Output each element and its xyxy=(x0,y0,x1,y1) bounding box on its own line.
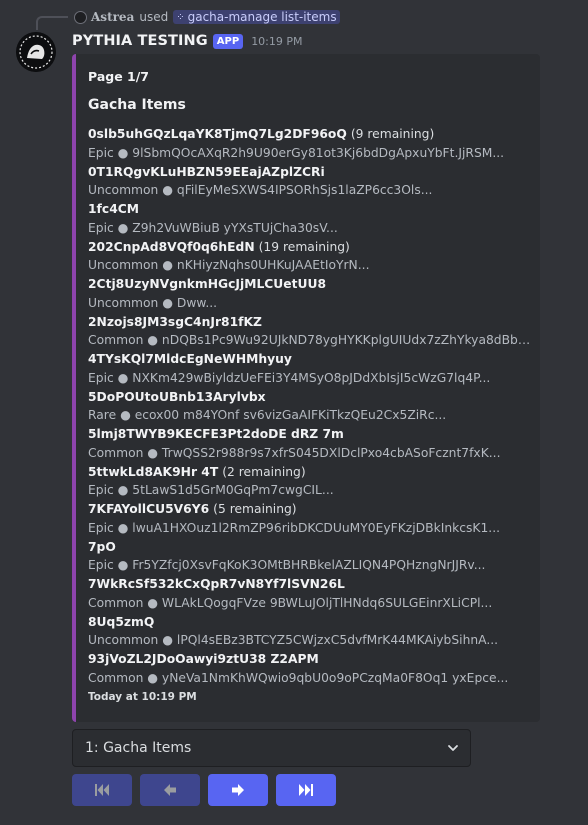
item-title-line: 1fc4CM xyxy=(88,200,533,219)
item-name: 0slb5uhGQzLqaYK8TjmQ7Lg2DF96oQ xyxy=(88,127,347,141)
item-title-line: 0slb5uhGQzLqaYK8TjmQ7Lg2DF96oQ (9 remaini… xyxy=(88,125,533,144)
item-title-line: 7KFAYollCU5V6Y6 (5 remaining) xyxy=(88,500,533,519)
item-name: 1fc4CM xyxy=(88,202,140,216)
item-rarity-description: Epic ● 9lSbmQOcAXqR2h9U90erGy81ot3Kj6bdD… xyxy=(88,145,505,160)
item-title-line: 5lmj8TWYB9KECFE3Pt2doDE dRZ 7m xyxy=(88,425,533,444)
message-timestamp[interactable]: 10:19 PM xyxy=(251,35,302,48)
select-value: 1: Gacha Items xyxy=(85,740,192,756)
app-badge: APP xyxy=(212,33,244,49)
item-entry: 0T1RQgvKLuHBZN59EEajAZplZCRi Uncommon ● q… xyxy=(88,163,533,201)
item-name: 2Nzojs8JM3sgC4nJr81fKZ xyxy=(88,314,262,329)
item-title-line: 7WkRcSf532kCxQpR7vN8Yf7lSVN26L xyxy=(88,575,533,594)
next-page-button[interactable] xyxy=(208,774,268,806)
item-title-line: 2Nzojs8JM3sgC4nJr81fKZ xyxy=(88,313,533,332)
item-rarity-description: Common ● yNeVa1NmKhWQwio9qbU0o9oPCzqMa0F… xyxy=(88,670,509,685)
last-page-icon xyxy=(299,784,313,796)
item-rarity-description: Uncommon ● Dww... xyxy=(88,295,218,310)
reply-connector xyxy=(36,16,68,30)
item-title-line: 93jVoZL2JDoOawyi9ztU38 Z2APM xyxy=(88,650,533,669)
page-select-dropdown[interactable]: 1: Gacha Items xyxy=(72,729,471,767)
item-rarity-description: Uncommon ● lPQl4sEBz3BTCYZ5CWjzxC5dvfMrK… xyxy=(88,633,499,648)
item-rarity-description: Uncommon ● nKHiyzNqhs0UHKuJAAEtIoYrN... xyxy=(88,258,370,273)
item-title-line: 202CnpAd8VQf0q6hEdN (19 remaining) xyxy=(88,238,533,257)
item-entry: 1fc4CM Epic ● Z9h2VuWBiuB yYXsTUjCha30sV.… xyxy=(88,200,533,238)
item-rarity-description: Common ● WLAkLQogqFVze 9BWLuJOljTlHNdq6S… xyxy=(88,595,493,610)
item-rarity-description: Epic ● Z9h2VuWBiuB yYXsTUjCha30sV... xyxy=(88,220,338,235)
item-remaining-count: (19 remaining) xyxy=(258,239,350,254)
item-title-line: 8Uq5zmQ xyxy=(88,613,533,632)
previous-page-button[interactable] xyxy=(140,774,200,806)
item-remaining-count: (2 remaining) xyxy=(222,464,306,479)
item-rarity-description: Epic ● Fr5YZfcj0XsvFqKoK3OMtBHRBkelAZLIQ… xyxy=(88,558,486,573)
embed-footer: Today at 10:19 PM xyxy=(88,691,197,703)
item-entry: 5lmj8TWYB9KECFE3Pt2doDE dRZ 7m Common ● T… xyxy=(88,425,533,463)
reply-context[interactable]: Astrea used ⁘ gacha-manage list-items xyxy=(74,8,340,26)
bot-avatar[interactable] xyxy=(16,32,56,72)
last-page-button[interactable] xyxy=(276,774,336,806)
item-name: 93jVoZL2JDoOawyi9ztU38 Z2APM xyxy=(88,652,319,666)
item-remaining-count: (9 remaining) xyxy=(350,127,435,141)
item-name: 5ttwkLd8AK9Hr 4T xyxy=(88,464,219,479)
item-rarity-description: Epic ● NXKm429wBiyldzUeFEi3Y4MSyO8pJDdXb… xyxy=(88,370,491,385)
item-rarity-description: Uncommon ● qFilEyMeSXWS4IPSORhSjs1laZP6c… xyxy=(88,183,433,198)
first-page-button[interactable] xyxy=(72,774,132,806)
item-entry: 7pO Epic ● Fr5YZfcj0XsvFqKoK3OMtBHRBkelAZ… xyxy=(88,538,533,576)
item-rarity-description: Epic ● lwuA1HXOuz1l2RmZP96ribDKCDUuMY0Ey… xyxy=(88,520,501,535)
item-name: 7WkRcSf532kCxQpR7vN8Yf7lSVN26L xyxy=(88,577,345,591)
item-name: 2Ctj8UzyNVgnkmHGcJjMLCUetUU8 xyxy=(88,277,327,291)
item-name: 202CnpAd8VQf0q6hEdN xyxy=(88,239,255,254)
item-entry: 0slb5uhGQzLqaYK8TjmQ7Lg2DF96oQ (9 remaini… xyxy=(88,125,533,163)
item-name: 5lmj8TWYB9KECFE3Pt2doDE dRZ 7m xyxy=(88,427,344,441)
item-entry: 202CnpAd8VQf0q6hEdN (19 remaining) Uncommo… xyxy=(88,238,533,276)
bot-username[interactable]: PYTHIA TESTING xyxy=(72,33,208,49)
item-entry: 7KFAYollCU5V6Y6 (5 remaining) Epic ● lwuA1… xyxy=(88,500,533,538)
message-header: PYTHIA TESTING APP 10:19 PM xyxy=(72,31,303,51)
item-entry: 93jVoZL2JDoOawyi9ztU38 Z2APM Common ● yNe… xyxy=(88,650,533,688)
item-entry: 7WkRcSf532kCxQpR7vN8Yf7lSVN26L Common ● W… xyxy=(88,575,533,613)
next-page-icon xyxy=(232,784,244,796)
item-rarity-description: Common ● TrwQSS2r988r9s7xfrS045DXlDclPxo… xyxy=(88,445,501,460)
chevron-down-icon xyxy=(448,745,458,751)
reply-user-avatar[interactable] xyxy=(74,10,87,24)
item-rarity-description: Rare ● ecox00 m84YOnf sv6vizGaAIFKiTkzQE… xyxy=(88,408,447,423)
embed-title: Gacha Items xyxy=(88,97,186,113)
embed-page-indicator: Page 1/7 xyxy=(88,69,149,84)
item-entry: 4TYsKQl7MldcEgNeWHMhyuy Epic ● NXKm429wBi… xyxy=(88,350,533,388)
command-name: gacha-manage list-items xyxy=(187,10,337,24)
item-entry: 2Ctj8UzyNVgnkmHGcJjMLCUetUU8 Uncommon ● D… xyxy=(88,275,533,313)
embed-card: Page 1/7 Gacha Items 0slb5uhGQzLqaYK8Tjm… xyxy=(72,54,540,722)
command-icon: ⁘ xyxy=(176,11,185,23)
item-rarity-description: Common ● nDQBs1Pc9Wu92UJkND78ygHYKKplgUI… xyxy=(88,333,533,348)
item-title-line: 7pO xyxy=(88,538,533,557)
item-rarity-description: Epic ● 5tLawS1d5GrM0GqPm7cwgCIL... xyxy=(88,483,334,498)
item-name: 7KFAYollCU5V6Y6 xyxy=(88,502,210,516)
item-title-line: 5DoPOUtoUBnb13Arylvbx xyxy=(88,388,533,407)
item-name: 4TYsKQl7MldcEgNeWHMhyuy xyxy=(88,352,292,366)
item-entry: 5ttwkLd8AK9Hr 4T (2 remaining) Epic ● 5tLa… xyxy=(88,463,533,501)
item-remaining-count: (5 remaining) xyxy=(213,502,297,516)
item-entry: 2Nzojs8JM3sgC4nJr81fKZ Common ● nDQBs1Pc9… xyxy=(88,313,533,351)
item-list: 0slb5uhGQzLqaYK8TjmQ7Lg2DF96oQ (9 remaini… xyxy=(88,125,533,688)
item-title-line: 2Ctj8UzyNVgnkmHGcJjMLCUetUU8 xyxy=(88,275,533,294)
item-name: 7pO xyxy=(88,539,116,554)
previous-page-icon xyxy=(164,784,176,796)
item-name: 0T1RQgvKLuHBZN59EEajAZplZCRi xyxy=(88,164,325,179)
slash-command-mention[interactable]: ⁘ gacha-manage list-items xyxy=(173,10,340,24)
item-entry: 8Uq5zmQ Uncommon ● lPQl4sEBz3BTCYZ5CWjzxC… xyxy=(88,613,533,651)
reply-username[interactable]: Astrea xyxy=(91,10,134,24)
item-title-line: 5ttwkLd8AK9Hr 4T (2 remaining) xyxy=(88,463,533,482)
item-name: 8Uq5zmQ xyxy=(88,614,155,629)
first-page-icon xyxy=(95,784,109,796)
item-name: 5DoPOUtoUBnb13Arylvbx xyxy=(88,389,266,404)
reply-action: used xyxy=(139,10,169,24)
item-title-line: 4TYsKQl7MldcEgNeWHMhyuy xyxy=(88,350,533,369)
item-entry: 5DoPOUtoUBnb13Arylvbx Rare ● ecox00 m84YO… xyxy=(88,388,533,426)
item-title-line: 0T1RQgvKLuHBZN59EEajAZplZCRi xyxy=(88,163,533,182)
